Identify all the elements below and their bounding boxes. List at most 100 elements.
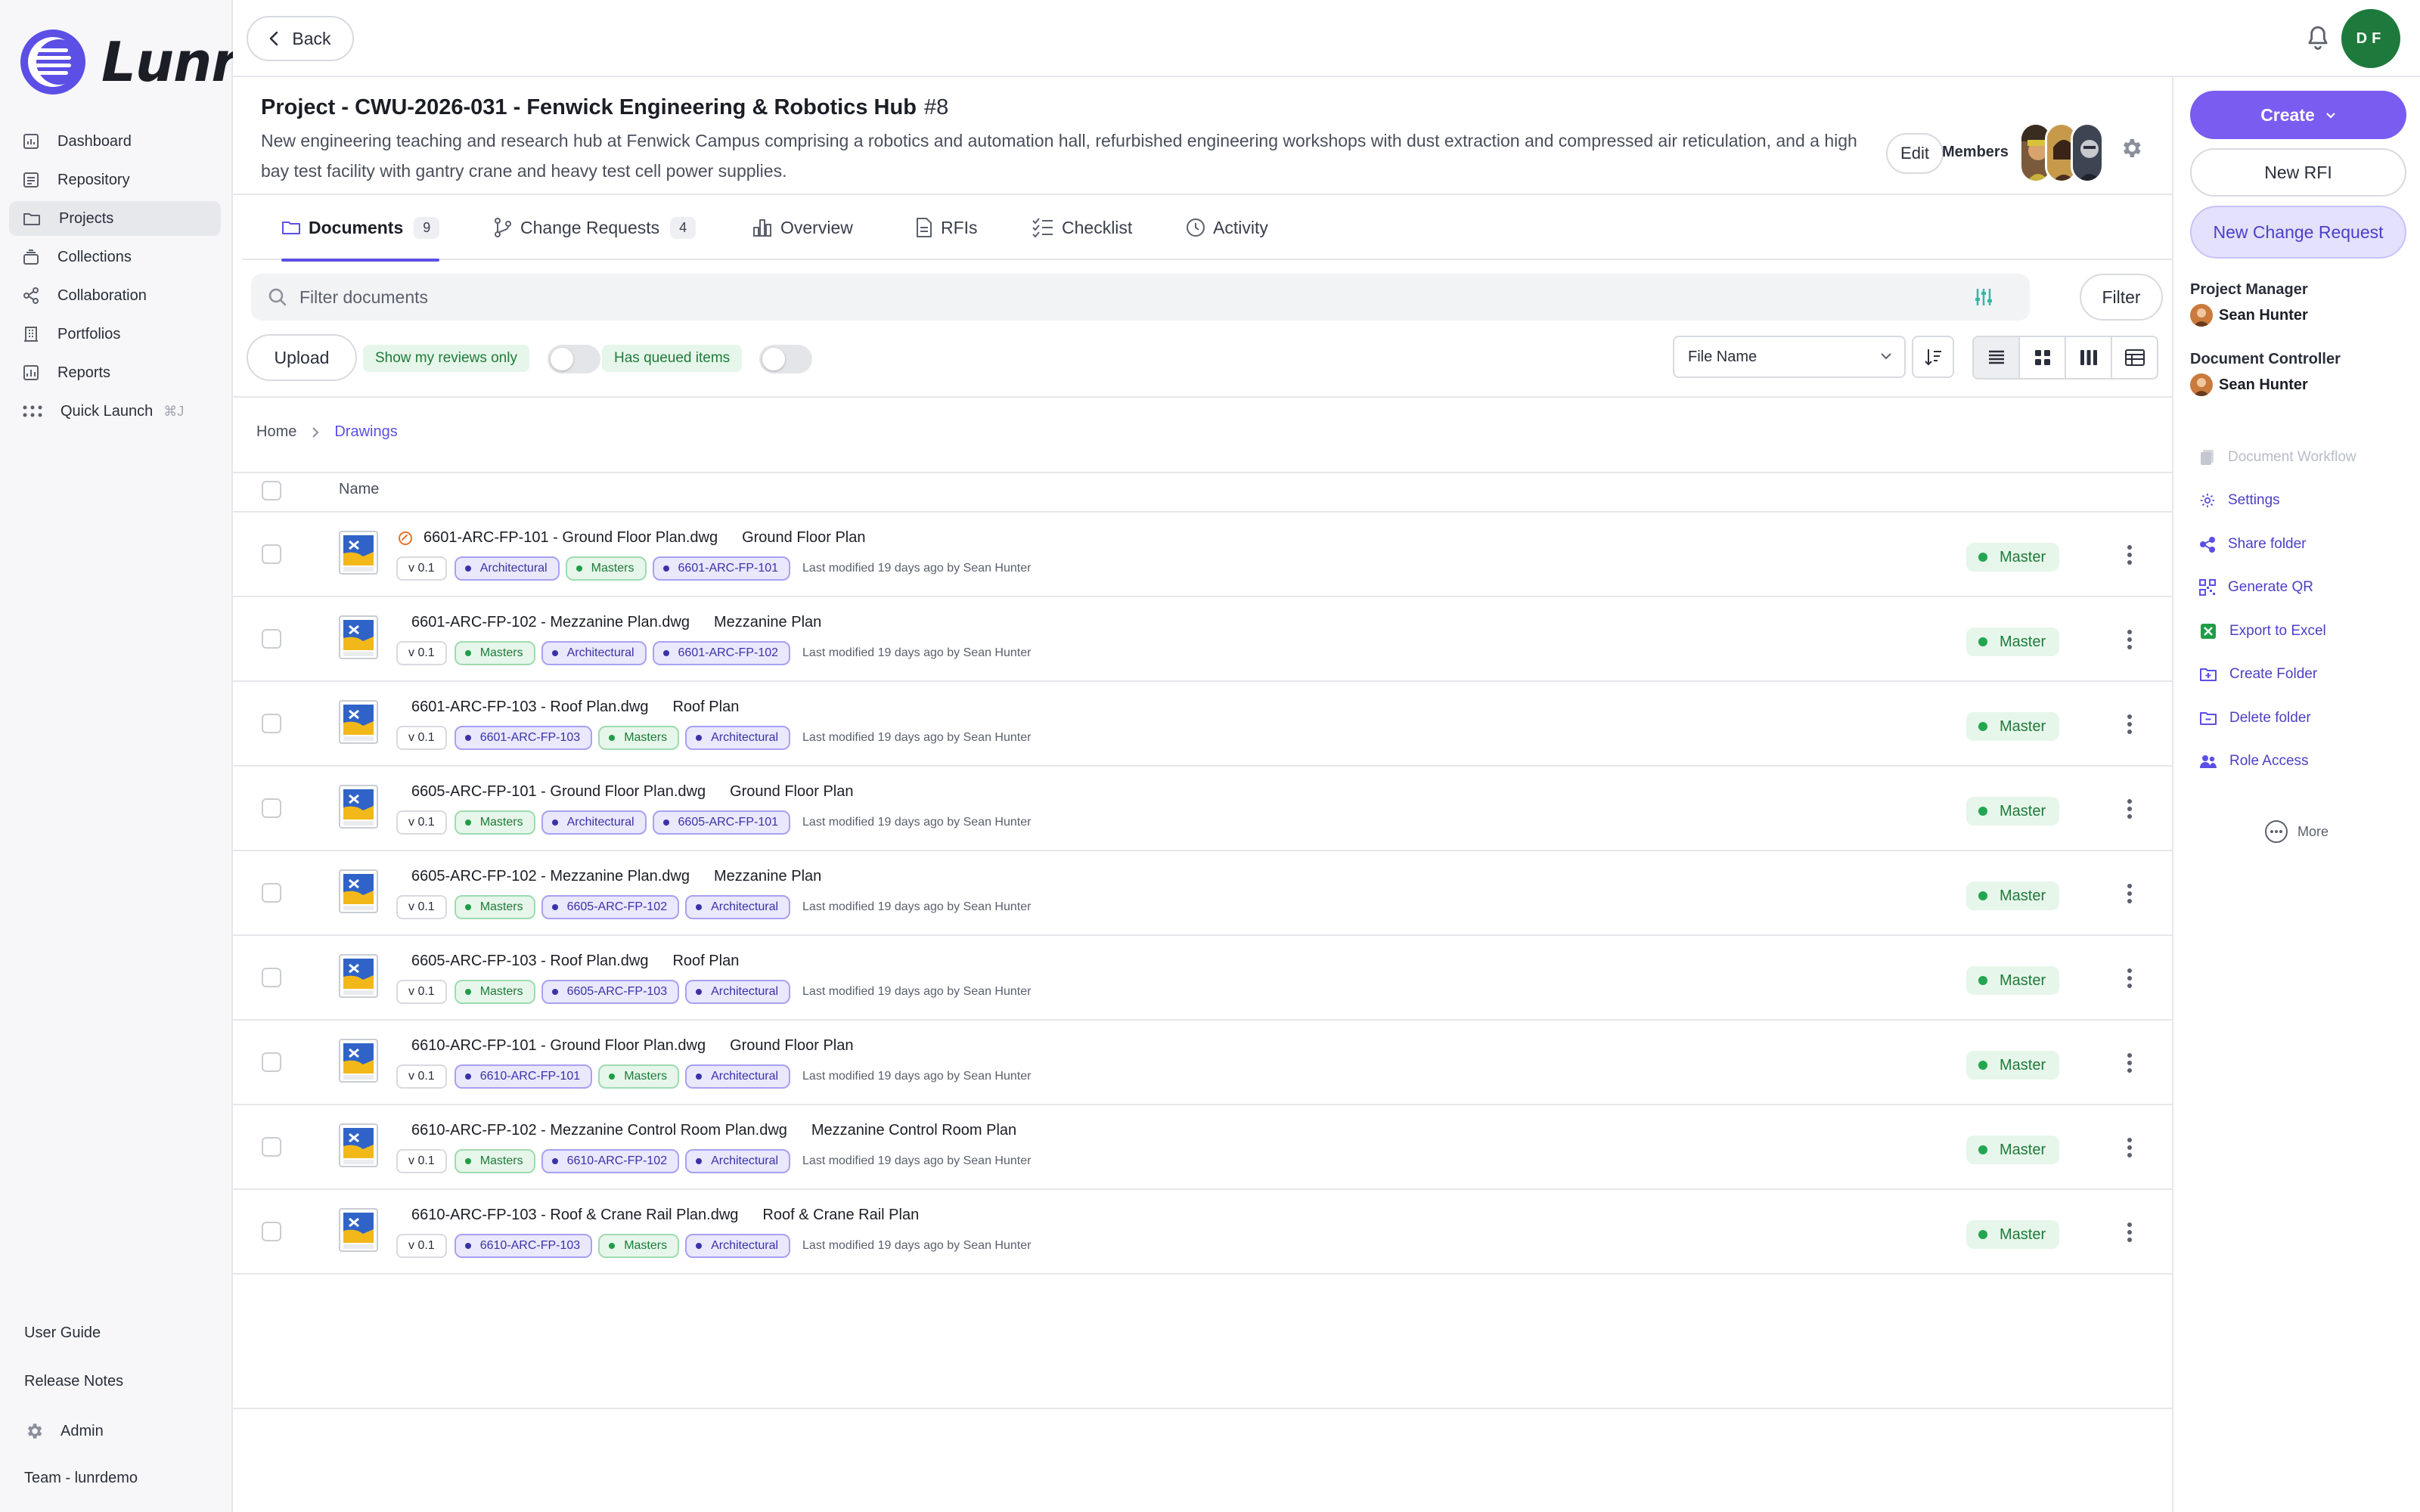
row-checkbox[interactable] <box>262 1052 281 1072</box>
file-name-link[interactable]: 6605-ARC-FP-103 - Roof Plan.dwg <box>411 953 648 970</box>
sliders-icon[interactable] <box>1972 286 1995 308</box>
tag-chip[interactable]: 6601-ARC-FP-102 <box>652 641 791 665</box>
table-row[interactable]: 6601-ARC-FP-103 - Roof Plan.dwg Roof Plan… <box>233 682 2172 767</box>
tab-rfis[interactable]: RFIs <box>915 195 978 260</box>
select-all-checkbox[interactable] <box>262 481 281 500</box>
settings-action[interactable]: Settings <box>2199 479 2356 523</box>
tab-change-requests[interactable]: Change Requests 4 <box>493 195 697 260</box>
name-column-header[interactable]: Name <box>339 481 379 498</box>
sidebar-item-quick-launch[interactable]: Quick Launch ⌘J <box>9 394 221 429</box>
table-row[interactable]: 6610-ARC-FP-101 - Ground Floor Plan.dwg G… <box>233 1021 2172 1105</box>
tab-overview[interactable]: Overview <box>752 195 853 260</box>
tag-chip[interactable]: Masters <box>454 895 535 919</box>
tag-chip[interactable]: Architectural <box>685 1064 791 1089</box>
file-name-link[interactable]: 6605-ARC-FP-101 - Ground Floor Plan.dwg <box>411 783 706 801</box>
row-menu-button[interactable] <box>2121 709 2139 739</box>
table-row[interactable]: 6610-ARC-FP-103 - Roof & Crane Rail Plan… <box>233 1190 2172 1275</box>
tag-chip[interactable]: 6605-ARC-FP-102 <box>541 895 680 919</box>
share-folder-action[interactable]: Share folder <box>2199 522 2356 566</box>
file-thumbnail[interactable] <box>339 1208 378 1252</box>
file-thumbnail[interactable] <box>339 869 378 913</box>
row-checkbox[interactable] <box>262 1222 281 1241</box>
row-checkbox[interactable] <box>262 544 281 564</box>
new-change-request-button[interactable]: New Change Request <box>2190 206 2406 259</box>
row-checkbox[interactable] <box>262 629 281 649</box>
sort-field-select[interactable]: File Name <box>1673 336 1906 378</box>
sidebar-item-collections[interactable]: Collections <box>9 240 221 274</box>
sort-direction-button[interactable] <box>1912 336 1954 378</box>
tab-checklist[interactable]: Checklist <box>1032 195 1132 260</box>
document-controller[interactable]: Sean Hunter <box>2190 373 2308 396</box>
member-avatar[interactable] <box>2071 122 2104 183</box>
project-manager[interactable]: Sean Hunter <box>2190 304 2308 327</box>
tag-chip[interactable]: Masters <box>565 556 647 581</box>
tag-chip[interactable]: Architectural <box>685 726 791 750</box>
has-queued-items-toggle[interactable] <box>759 345 812 373</box>
table-row[interactable]: 6605-ARC-FP-103 - Roof Plan.dwg Roof Plan… <box>233 936 2172 1021</box>
user-guide-link[interactable]: User Guide <box>24 1325 101 1342</box>
file-name-link[interactable]: 6610-ARC-FP-103 - Roof & Crane Rail Plan… <box>411 1207 738 1224</box>
file-name-link[interactable]: 6605-ARC-FP-102 - Mezzanine Plan.dwg <box>411 868 690 885</box>
row-checkbox[interactable] <box>262 798 281 818</box>
tag-chip[interactable]: Architectural <box>685 1234 791 1258</box>
export-to-excel-action[interactable]: Export to Excel <box>2199 609 2356 653</box>
sidebar-item-collaboration[interactable]: Collaboration <box>9 278 221 313</box>
members-avatar-stack[interactable] <box>2019 122 2105 183</box>
delete-folder-action[interactable]: Delete folder <box>2199 696 2356 740</box>
tag-chip[interactable]: Masters <box>598 1064 680 1089</box>
filter-documents-input[interactable] <box>299 287 1888 308</box>
app-logo[interactable]: Lunr <box>18 27 238 97</box>
table-row[interactable]: 6601-ARC-FP-102 - Mezzanine Plan.dwg Mezz… <box>233 597 2172 682</box>
file-name-link[interactable]: 6610-ARC-FP-101 - Ground Floor Plan.dwg <box>411 1037 706 1055</box>
row-checkbox[interactable] <box>262 968 281 987</box>
row-menu-button[interactable] <box>2121 878 2139 909</box>
notification-bell-icon[interactable] <box>2305 24 2331 51</box>
sidebar-item-dashboard[interactable]: Dashboard <box>9 124 221 159</box>
tag-chip[interactable]: Architectural <box>685 1149 791 1173</box>
row-menu-button[interactable] <box>2121 1132 2139 1163</box>
release-notes-link[interactable]: Release Notes <box>24 1373 123 1390</box>
user-avatar[interactable]: DF <box>2341 9 2400 68</box>
breadcrumb-home[interactable]: Home <box>256 423 296 441</box>
filter-button[interactable]: Filter <box>2080 274 2163 321</box>
row-checkbox[interactable] <box>262 883 281 903</box>
tag-chip[interactable]: Masters <box>454 980 535 1004</box>
back-button[interactable]: Back <box>247 16 354 61</box>
role-access-action[interactable]: Role Access <box>2199 740 2356 784</box>
admin-link[interactable]: Admin <box>24 1421 104 1441</box>
create-folder-action[interactable]: Create Folder <box>2199 653 2356 697</box>
grid-view-button[interactable] <box>2020 337 2066 378</box>
generate-qr-action[interactable]: Generate QR <box>2199 566 2356 610</box>
file-thumbnail[interactable] <box>339 1039 378 1083</box>
file-name-link[interactable]: 6601-ARC-FP-102 - Mezzanine Plan.dwg <box>411 614 690 631</box>
row-menu-button[interactable] <box>2121 1048 2139 1078</box>
tag-chip[interactable]: Architectural <box>685 895 791 919</box>
file-name-link[interactable]: 6601-ARC-FP-103 - Roof Plan.dwg <box>411 699 648 716</box>
tag-chip[interactable]: Masters <box>598 1234 680 1258</box>
tag-chip[interactable]: Architectural <box>685 980 791 1004</box>
tag-chip[interactable]: 6601-ARC-FP-101 <box>652 556 791 581</box>
sidebar-item-reports[interactable]: Reports <box>9 355 221 390</box>
tag-chip[interactable]: Masters <box>454 1149 535 1173</box>
tag-chip[interactable]: 6610-ARC-FP-103 <box>454 1234 593 1258</box>
team-switcher[interactable]: Team - lunrdemo <box>24 1470 138 1487</box>
create-button[interactable]: Create <box>2190 91 2406 139</box>
sidebar-item-portfolios[interactable]: Portfolios <box>9 317 221 352</box>
project-settings-gear-icon[interactable] <box>2119 136 2143 160</box>
file-thumbnail[interactable] <box>339 531 378 575</box>
file-thumbnail[interactable] <box>339 615 378 659</box>
show-my-reviews-toggle[interactable] <box>548 345 600 373</box>
file-thumbnail[interactable] <box>339 785 378 829</box>
breadcrumb-current[interactable]: Drawings <box>334 423 397 441</box>
sidebar-item-projects[interactable]: Projects <box>9 201 221 236</box>
row-menu-button[interactable] <box>2121 794 2139 824</box>
tag-chip[interactable]: Architectural <box>541 641 647 665</box>
table-view-button[interactable] <box>2112 337 2157 378</box>
table-row[interactable]: 6605-ARC-FP-102 - Mezzanine Plan.dwg Mezz… <box>233 851 2172 936</box>
row-checkbox[interactable] <box>262 714 281 733</box>
file-thumbnail[interactable] <box>339 1123 378 1167</box>
edit-project-button[interactable]: Edit <box>1886 133 1944 174</box>
row-menu-button[interactable] <box>2121 624 2139 655</box>
tag-chip[interactable]: 6605-ARC-FP-103 <box>541 980 680 1004</box>
row-menu-button[interactable] <box>2121 540 2139 570</box>
